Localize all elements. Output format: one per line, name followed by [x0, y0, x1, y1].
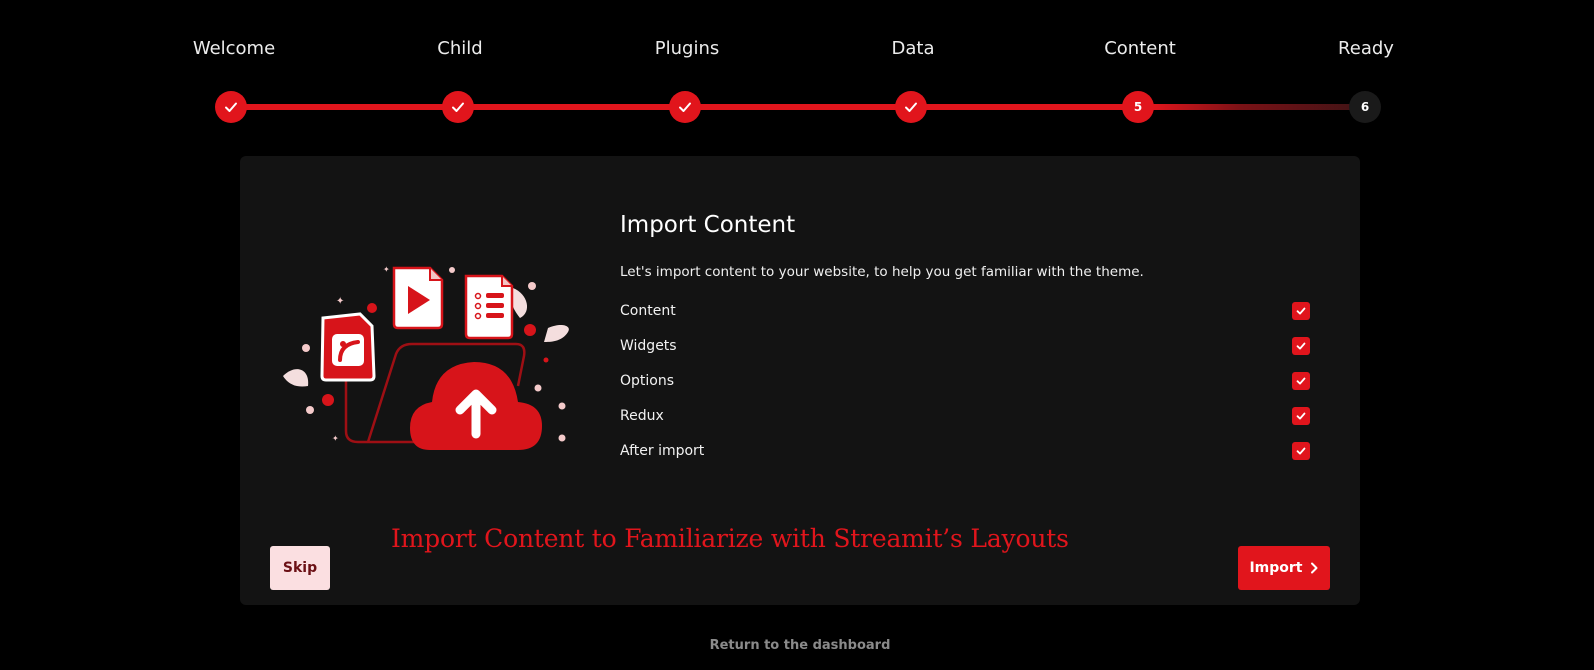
leaf-icon: [544, 325, 569, 342]
import-illustration: ✦ ✦ ✦: [283, 265, 569, 450]
step-label-content: Content: [1104, 38, 1176, 59]
check-icon: [1296, 447, 1306, 455]
after-import-checkbox[interactable]: [1292, 442, 1310, 460]
option-label: After import: [620, 443, 705, 459]
setup-wizard: Welcome Child Plugins Data Content Ready…: [0, 0, 1594, 670]
progress-line-remaining: [1153, 104, 1373, 110]
import-button[interactable]: Import: [1238, 546, 1330, 590]
skip-button[interactable]: Skip: [270, 546, 330, 590]
step-dot-content[interactable]: 5: [1122, 91, 1154, 123]
cloud-upload-icon: [410, 362, 542, 450]
options-checkbox[interactable]: [1292, 372, 1310, 390]
page-title: Import Content: [620, 212, 796, 238]
option-row-redux: Redux: [620, 404, 1310, 428]
option-label: Redux: [620, 408, 664, 424]
step-label-data: Data: [891, 38, 935, 59]
option-row-options: Options: [620, 369, 1310, 393]
content-checkbox[interactable]: [1292, 302, 1310, 320]
import-button-label: Import: [1249, 560, 1303, 576]
option-label: Options: [620, 373, 675, 389]
import-description: Let's import content to your website, to…: [620, 264, 1144, 280]
progress-stepper: Welcome Child Plugins Data Content Ready…: [0, 0, 1594, 140]
step-dot-welcome[interactable]: [215, 91, 247, 123]
import-content-card: ✦ ✦ ✦ Import Content Let's import conten…: [240, 156, 1360, 605]
widgets-checkbox[interactable]: [1292, 337, 1310, 355]
caption-banner: Import Content to Familiarize with Strea…: [391, 524, 1069, 553]
leaf-icon: [283, 369, 309, 387]
step-dot-data[interactable]: [895, 91, 927, 123]
check-icon: [1296, 377, 1306, 385]
check-icon: [452, 102, 464, 112]
check-icon: [905, 102, 917, 112]
check-icon: [679, 102, 691, 112]
check-icon: [1296, 307, 1306, 315]
check-icon: [1296, 342, 1306, 350]
image-file-icon: [320, 312, 376, 382]
step-label-plugins: Plugins: [654, 38, 720, 59]
option-label: Content: [620, 303, 676, 319]
return-to-dashboard-link[interactable]: Return to the dashboard: [0, 638, 1594, 653]
redux-checkbox[interactable]: [1292, 407, 1310, 425]
option-row-widgets: Widgets: [620, 334, 1310, 358]
list-file-icon: [464, 274, 514, 340]
svg-text:✦: ✦: [383, 265, 390, 274]
check-icon: [1296, 412, 1306, 420]
play-file-icon: [392, 266, 444, 330]
chevron-right-icon: [1310, 562, 1318, 574]
svg-text:✦: ✦: [332, 434, 339, 443]
check-icon: [225, 102, 237, 112]
step-label-ready: Ready: [1338, 38, 1394, 59]
step-dot-child[interactable]: [442, 91, 474, 123]
option-row-content: Content: [620, 299, 1310, 323]
step-label-welcome: Welcome: [192, 38, 276, 59]
svg-text:✦: ✦: [336, 296, 344, 307]
step-dot-plugins[interactable]: [669, 91, 701, 123]
option-row-after-import: After import: [620, 439, 1310, 463]
step-label-child: Child: [437, 38, 483, 59]
option-label: Widgets: [620, 338, 677, 354]
step-dot-ready[interactable]: 6: [1349, 91, 1381, 123]
